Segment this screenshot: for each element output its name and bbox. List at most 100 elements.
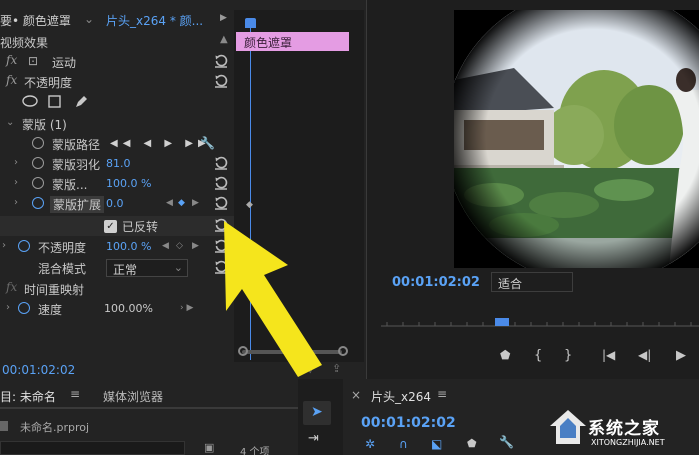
export-icon[interactable]: ⇪ <box>332 362 341 375</box>
rectangle-mask-icon[interactable] <box>48 95 61 108</box>
wrench-icon[interactable]: 🔧 <box>499 435 514 449</box>
inverted-checkbox[interactable]: ✓ <box>104 220 117 233</box>
fx-icon[interactable]: fx <box>6 73 17 87</box>
opacity-property-row[interactable]: › 不透明度 100.0 % ◀ ◇ ▶ <box>0 237 234 257</box>
mask-expansion-value[interactable]: 0.0 <box>106 197 124 210</box>
mask-feather-row[interactable]: › 蒙版羽化 81.0 <box>0 154 234 174</box>
keyframe-diamond-icon[interactable]: ◆ <box>246 200 253 210</box>
sequence-tab[interactable]: 片头_x264 <box>371 388 431 405</box>
add-keyframe-icon[interactable]: ◇ <box>176 241 183 251</box>
mask-opacity-row[interactable]: › 蒙版... 100.0 % <box>0 174 234 194</box>
panel-menu-icon[interactable]: ≡ <box>70 387 80 401</box>
selection-tool-button[interactable]: ➤ <box>303 401 331 425</box>
program-time-ruler[interactable] <box>381 316 699 330</box>
effect-controls-timecode[interactable]: 00:01:02:02 <box>2 363 75 377</box>
stopwatch-icon-active[interactable] <box>18 240 30 252</box>
expand-caret-icon[interactable]: ⌄ <box>6 117 14 128</box>
stopwatch-icon[interactable] <box>32 177 44 189</box>
stopwatch-icon[interactable] <box>32 157 44 169</box>
timeline-timecode[interactable]: 00:01:02:02 <box>361 415 456 431</box>
blend-mode-row[interactable]: 混合模式 正常 ⌄ <box>0 258 234 278</box>
next-keyframe-icon[interactable]: ▶ <box>192 198 199 208</box>
play-icon[interactable]: ▶ <box>676 348 686 363</box>
chevron-down-icon[interactable]: ⌄ <box>84 12 94 26</box>
mask-expansion-row[interactable]: › 蒙版扩展 0.0 ◀ ◆ ▶ <box>0 194 234 214</box>
mask-path-row[interactable]: 蒙版路径 ◀◀ ◀ ▶ ▶▶ 🔧 <box>0 134 234 154</box>
mask-opacity-value[interactable]: 100.0 % <box>106 177 151 190</box>
prev-keyframe-icon[interactable]: ◀ <box>166 198 173 208</box>
prev-keyframe-icon[interactable]: ◀ <box>162 241 169 251</box>
media-browser-tab[interactable]: 媒体浏览器 <box>103 388 163 405</box>
marker-icon[interactable]: ⬟ <box>500 348 510 362</box>
project-tab[interactable]: 目: 未命名 <box>0 388 56 405</box>
stopwatch-icon[interactable] <box>32 137 44 149</box>
collapse-caret-icon[interactable]: ▲ <box>220 34 228 45</box>
fx-icon[interactable]: fx <box>6 280 17 294</box>
reset-icon[interactable] <box>214 54 228 68</box>
mask-inverted-row[interactable]: ✓ 已反转 <box>0 216 234 236</box>
expand-caret-icon[interactable]: › <box>2 240 6 251</box>
expand-caret-icon[interactable]: › <box>14 197 18 208</box>
reset-icon[interactable] <box>214 74 228 88</box>
project-search-input[interactable] <box>0 441 185 455</box>
add-keyframe-icon[interactable]: ◆ <box>178 198 185 208</box>
track-select-icon[interactable]: ⇥ <box>308 431 319 446</box>
reset-icon[interactable] <box>214 196 228 210</box>
linked-selection-icon[interactable]: ∩ <box>399 437 408 451</box>
project-file-name[interactable]: 未命名.prproj <box>20 419 89 435</box>
snap-icon[interactable]: ✲ <box>365 437 375 451</box>
close-icon[interactable]: × <box>351 388 361 402</box>
mask-group-row[interactable]: ⌄ 蒙版 (1) <box>0 114 234 134</box>
motion-effect-row[interactable]: fx ⊡ 运动 <box>0 52 234 72</box>
effect-properties-list: 视频效果 ▲ fx ⊡ 运动 fx 不透明度 ⌄ 蒙版 (1) 蒙版路径 ◀◀ … <box>0 32 234 362</box>
zoom-fit-select[interactable]: 适合 ⌄ <box>491 272 573 292</box>
pen-mask-icon[interactable] <box>74 94 89 109</box>
wrench-icon[interactable]: 🔧 <box>200 136 215 150</box>
step-back-icon[interactable]: ◀| <box>638 348 651 362</box>
opacity-property-value[interactable]: 100.0 % <box>106 240 151 253</box>
watermark: 系统之家 XITONGZHIJIA.NET <box>548 402 699 455</box>
pointer-arrow-annotation <box>224 221 322 377</box>
mask-feather-label: 蒙版羽化 <box>52 158 101 172</box>
mask-track-buttons[interactable]: ◀◀ ◀ ▶ ▶▶ <box>110 138 211 149</box>
inverted-label: 已反转 <box>122 220 159 234</box>
play-triangle-icon[interactable]: ▶ <box>220 13 227 23</box>
tools-panel: ➤ ⇥ <box>298 379 343 455</box>
motion-label: 运动 <box>52 56 77 70</box>
mark-out-icon[interactable]: } <box>564 348 572 363</box>
expand-caret-icon[interactable]: › <box>6 302 10 313</box>
speed-value[interactable]: 100.00% <box>104 302 153 315</box>
reset-icon[interactable] <box>214 156 228 170</box>
effect-controls-tab-title[interactable]: 要• 颜色遮罩 <box>0 12 71 29</box>
expand-caret-icon[interactable]: › <box>14 177 18 188</box>
speed-label: 速度 <box>38 303 63 317</box>
zoom-handle-right[interactable] <box>338 346 348 356</box>
program-timecode[interactable]: 00:01:02:02 <box>392 275 480 290</box>
fx-icon[interactable]: fx <box>6 53 17 67</box>
stopwatch-icon-active[interactable] <box>18 302 30 314</box>
video-effects-header: 视频效果 ▲ <box>0 32 234 52</box>
bin-icon[interactable]: ▣ <box>204 441 214 454</box>
go-to-in-icon[interactable]: |◀ <box>602 348 615 362</box>
reset-icon[interactable] <box>214 176 228 190</box>
blend-mode-select[interactable]: 正常 ⌄ <box>106 259 188 277</box>
add-marker-icon[interactable]: ⬕ <box>431 437 442 451</box>
mask-feather-value[interactable]: 81.0 <box>106 157 131 170</box>
speed-row[interactable]: › 速度 100.00% › ▶ <box>0 299 234 319</box>
ellipse-mask-icon[interactable] <box>22 95 38 107</box>
stopwatch-icon-active[interactable] <box>32 197 44 209</box>
program-video-frame[interactable] <box>454 10 699 268</box>
marker-icon[interactable]: ⬟ <box>467 437 477 450</box>
panel-menu-icon[interactable]: ≡ <box>437 387 447 401</box>
video-effects-label: 视频效果 <box>0 36 49 50</box>
time-remap-row[interactable]: fx 时间重映射 <box>0 279 234 299</box>
clip-bar[interactable]: 颜色遮罩 <box>236 32 349 51</box>
opacity-effect-row[interactable]: fx 不透明度 <box>0 72 234 92</box>
next-keyframe-icon[interactable]: ▶ <box>192 241 199 251</box>
mark-in-icon[interactable]: { <box>534 348 542 363</box>
clip-bar-label: 颜色遮罩 <box>244 36 293 50</box>
next-keyframe-icon[interactable]: › ▶ <box>180 303 193 313</box>
item-count: 4 个项 <box>240 447 270 455</box>
expand-caret-icon[interactable]: › <box>14 157 18 168</box>
clip-selector-dropdown[interactable]: 片头_x264 * 颜... <box>106 12 203 29</box>
